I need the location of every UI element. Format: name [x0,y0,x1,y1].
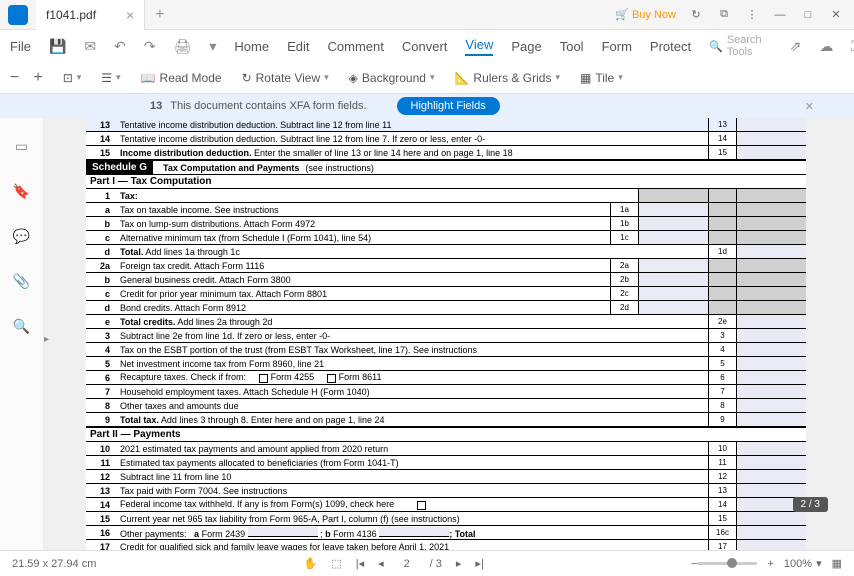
print-icon[interactable]: 🖨 [174,38,192,55]
zoom-dropdown[interactable]: ▾ [816,557,822,570]
dropdown-icon[interactable]: ▾ [209,38,216,55]
menu-edit[interactable]: Edit [287,39,309,54]
titlebar: f1041.pdf × + 🛒 Buy Now ↻ ⧉ ⋮ — □ ✕ [0,0,854,30]
share-icon[interactable]: ⇗ [790,38,802,55]
new-tab-button[interactable]: + [145,6,174,24]
menu-protect[interactable]: Protect [650,39,691,54]
search-icon[interactable]: 🔍 [13,318,30,335]
redo-icon[interactable]: ↷ [144,38,156,55]
document-tab[interactable]: f1041.pdf × [36,0,145,30]
first-page-button[interactable]: |◂ [356,557,364,570]
bookmarks-icon[interactable]: 🔖 [13,183,30,200]
app-icon[interactable] [8,5,28,25]
highlight-fields-button[interactable]: Highlight Fields [397,97,500,115]
menu-home[interactable]: Home [234,39,269,54]
search-tools[interactable]: 🔍 Search Tools [709,34,762,58]
menu-bar: File 💾 ✉ ↶ ↷ 🖨 ▾ Home Edit Comment Conve… [0,30,854,62]
menu-form[interactable]: Form [602,39,632,54]
menu-icon[interactable]: ⋮ [744,8,760,21]
notice-close-icon[interactable]: ✕ [805,100,834,113]
background-button[interactable]: ◈ Background▾ [349,71,435,85]
next-page-button[interactable]: ▸ [456,557,462,570]
page-indicator-badge: 2 / 3 [793,497,828,512]
attachments-icon[interactable]: 📎 [13,273,30,290]
save-icon[interactable]: 💾 [49,38,66,55]
tab-filename: f1041.pdf [46,8,96,22]
document-viewport[interactable]: ▸ 13Tentative income distribution deduct… [44,118,848,550]
undo-icon[interactable]: ↶ [114,38,126,55]
menu-comment[interactable]: Comment [328,39,384,54]
zoom-in-button[interactable]: + [33,69,42,87]
zoom-out-button[interactable]: − [10,69,19,87]
sync-icon[interactable]: ↻ [688,8,704,21]
fit-view-icon[interactable]: ▦ [832,557,842,570]
zoom-slider[interactable] [697,562,757,565]
minimize-button[interactable]: — [772,9,788,21]
menu-convert[interactable]: Convert [402,39,448,54]
hand-tool-icon[interactable]: ✋ [304,557,318,570]
comments-icon[interactable]: 💬 [13,228,30,245]
tile-button[interactable]: ▦ Tile▾ [580,71,623,85]
menu-tool[interactable]: Tool [560,39,584,54]
buy-now-link[interactable]: 🛒 Buy Now [615,8,676,21]
last-page-button[interactable]: ▸| [475,557,483,570]
read-mode-button[interactable]: 📖 Read Mode [141,71,222,85]
fit-button[interactable]: ⊡▾ [63,71,82,85]
menu-view[interactable]: View [465,37,493,56]
mail-icon[interactable]: ✉ [84,38,96,55]
menu-file[interactable]: File [10,39,31,54]
rotate-view-button[interactable]: ↻ Rotate View▾ [242,71,329,85]
pdf-page: 13Tentative income distribution deductio… [86,118,806,550]
select-tool-icon[interactable]: ⬚ [331,557,341,570]
rulers-button[interactable]: 📐 Rulers & Grids▾ [454,71,560,85]
cloud-icon[interactable]: ☁ [819,38,833,55]
view-toolbar: − + ⊡▾ ☰▾ 📖 Read Mode ↻ Rotate View▾ ◈ B… [0,62,854,94]
close-button[interactable]: ✕ [828,8,844,21]
status-bar: 21.59 x 27.94 cm ✋ ⬚ |◂ ◂ 2 / 3 ▸ ▸| − +… [0,550,854,576]
left-sidebar: ▭ 🔖 💬 📎 🔍 [0,118,44,550]
menu-page[interactable]: Page [511,39,541,54]
xfa-notice-bar: 13 This document contains XFA form field… [0,94,854,118]
notify-icon[interactable]: ⧉ [716,8,732,21]
tab-close-icon[interactable]: × [126,7,134,23]
expand-sidebar-icon[interactable]: ▸ [44,334,49,345]
prev-page-button[interactable]: ◂ [378,557,384,570]
notice-text: This document contains XFA form fields. [170,100,366,112]
thumbnails-icon[interactable]: ▭ [15,138,28,155]
layout-button[interactable]: ☰▾ [101,71,120,85]
maximize-button[interactable]: □ [800,9,816,21]
